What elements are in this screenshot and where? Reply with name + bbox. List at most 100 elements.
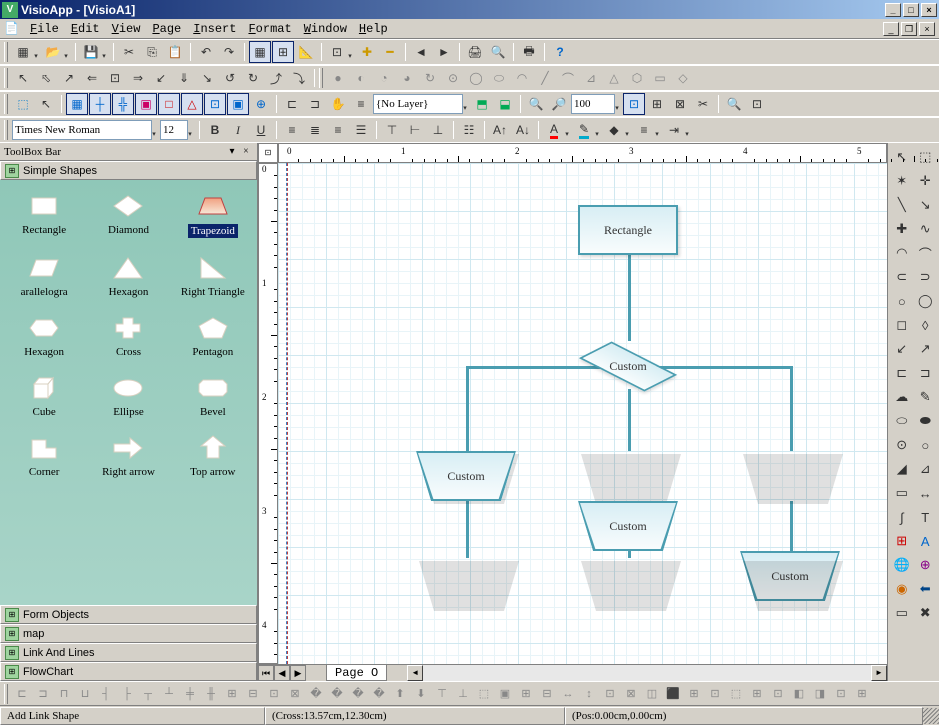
zoom-out-icon[interactable]: 🔎 [548,93,570,115]
highlight-dd[interactable]: ▾ [592,119,602,141]
mdi-minimize-button[interactable]: _ [883,22,899,36]
palette-tool-16[interactable]: ↙ [890,337,914,361]
palette-tool-2[interactable]: ✶ [890,169,914,193]
op-c-icon[interactable]: ◯ [465,67,487,89]
bottom-tool-34[interactable]: ⬚ [726,684,746,704]
align-justify-button[interactable]: ☰ [350,119,372,141]
palette-tool-13[interactable]: ◯ [914,289,938,313]
grid-i-icon[interactable]: ⊕ [250,93,272,115]
bottom-tool-23[interactable]: ▣ [495,684,515,704]
font-size-combo[interactable] [160,120,188,140]
palette-tool-5[interactable]: ↘ [914,193,938,217]
op-subtract-icon[interactable]: ◔ [373,67,395,89]
palette-tool-27[interactable]: ⊿ [914,457,938,481]
bottom-tool-31[interactable]: ⬛ [663,684,683,704]
align-left-button[interactable]: ≡ [281,119,303,141]
op-h-icon[interactable]: ⊿ [580,67,602,89]
underline-button[interactable]: U [250,119,272,141]
palette-tool-25[interactable]: ○ [914,433,938,457]
page-tab[interactable]: Page O [326,665,387,681]
text-color-dd[interactable]: ▾ [562,119,572,141]
palette-tool-19[interactable]: ⊐ [914,361,938,385]
palette-tool-30[interactable]: ∫ [890,505,914,529]
toolbar-grip[interactable] [4,94,8,114]
op-e-icon[interactable]: ◠ [511,67,533,89]
menu-format[interactable]: Format [242,20,297,38]
pointer-mode-icon[interactable]: ↖ [35,93,57,115]
toolbar-grip[interactable] [4,120,8,140]
ruler-horizontal[interactable]: 012345 [278,143,887,163]
bottom-tool-4[interactable]: ┤ [96,684,116,704]
connector[interactable] [466,366,469,451]
op-l-icon[interactable]: ◇ [672,67,694,89]
bottom-tool-36[interactable]: ⊡ [768,684,788,704]
paste-button[interactable]: 📋 [164,41,186,63]
arrow-a-icon[interactable]: ↺ [219,67,241,89]
node-n4[interactable]: Custom [578,501,678,551]
palette-tool-31[interactable]: T [914,505,938,529]
palette-tool-14[interactable]: ◻ [890,313,914,337]
bottom-tool-9[interactable]: ╫ [201,684,221,704]
bottom-tool-25[interactable]: ⊟ [537,684,557,704]
tab-next-button[interactable]: ▶ [290,665,306,681]
palette-tool-23[interactable]: ⬬ [914,409,938,433]
palette-tool-35[interactable]: ⊕ [914,553,938,577]
connector[interactable] [790,501,793,558]
shape-hexagon[interactable]: Hexagon [4,310,84,362]
bottom-tool-10[interactable]: ⊞ [222,684,242,704]
align-b-icon[interactable]: ⊐ [304,93,326,115]
tab-prev-button[interactable]: ◀ [274,665,290,681]
shape-trapezoid[interactable]: Trapezoid [173,188,253,242]
bold-button[interactable]: B [204,119,226,141]
shape-rect[interactable]: Rectangle [4,188,84,242]
line-style-dd[interactable]: ▾ [652,119,662,141]
undo-button[interactable]: ↶ [195,41,217,63]
minimize-button[interactable]: _ [885,3,901,17]
bottom-tool-39[interactable]: ⊡ [831,684,851,704]
arrow-ne-icon[interactable]: ↗ [58,67,80,89]
valign-bot-button[interactable]: ⊥ [427,119,449,141]
select-mode-icon[interactable]: ⬚ [12,93,34,115]
palette-tool-4[interactable]: ╲ [890,193,914,217]
shape-ellipse[interactable]: Ellipse [88,370,168,422]
zoom-fit-icon[interactable]: ⊡ [623,93,645,115]
palette-tool-9[interactable]: ⌒ [914,241,938,265]
ruler-corner[interactable]: ⊡ [258,143,278,163]
menu-help[interactable]: Help [353,20,394,38]
copy-button[interactable]: ⎘ [141,41,163,63]
palette-tool-12[interactable]: ○ [890,289,914,313]
bottom-tool-14[interactable]: � [306,684,326,704]
arrow-sw-icon[interactable]: ↙ [150,67,172,89]
arrow-style-dd[interactable]: ▾ [682,119,692,141]
layer-combo[interactable] [373,94,463,114]
mdi-close-button[interactable]: × [919,22,935,36]
palette-tool-39[interactable]: ✖ [914,601,938,625]
palette-tool-34[interactable]: 🌐 [890,553,914,577]
zoom-a-icon[interactable]: ⊞ [646,93,668,115]
bottom-tool-12[interactable]: ⊡ [264,684,284,704]
bottom-tool-19[interactable]: ⬇ [411,684,431,704]
align-center-button[interactable]: ≣ [304,119,326,141]
palette-tool-24[interactable]: ⊙ [890,433,914,457]
ruler-vertical[interactable]: 01234 [258,163,278,664]
remove-button[interactable]: ━ [379,41,401,63]
doc-icon[interactable]: 📄 [4,21,20,37]
new-dropdown[interactable]: ▾ [31,41,41,63]
bottom-tool-17[interactable]: � [369,684,389,704]
layer-a-icon[interactable]: ⬒ [471,93,493,115]
category-map[interactable]: ⊞map [0,624,257,643]
bottom-tool-29[interactable]: ⊠ [621,684,641,704]
palette-tool-18[interactable]: ⊏ [890,361,914,385]
bullets-button[interactable]: ☷ [458,119,480,141]
zoom-input[interactable] [571,94,615,114]
op-j-icon[interactable]: ⬡ [626,67,648,89]
bottom-tool-24[interactable]: ⊞ [516,684,536,704]
op-intersect-icon[interactable]: ◕ [396,67,418,89]
print-button[interactable]: 🖨 [464,41,486,63]
op-d-icon[interactable]: ⬭ [488,67,510,89]
op-combine-icon[interactable]: ◐ [350,67,372,89]
palette-tool-7[interactable]: ∿ [914,217,938,241]
arrow-se-icon[interactable]: ↘ [196,67,218,89]
op-b-icon[interactable]: ⊙ [442,67,464,89]
menu-view[interactable]: View [106,20,147,38]
